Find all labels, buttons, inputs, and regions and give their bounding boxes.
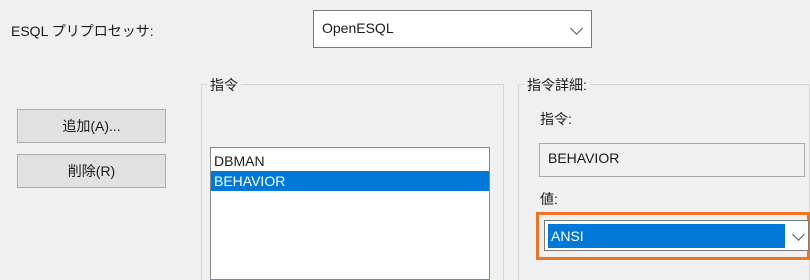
preprocessor-select[interactable]: OpenESQL bbox=[313, 10, 592, 48]
directive-listbox[interactable]: DBMAN BEHAVIOR bbox=[210, 147, 490, 280]
directive-readonly-value: BEHAVIOR bbox=[548, 150, 620, 166]
chevron-down-icon bbox=[792, 228, 805, 241]
list-item-behavior[interactable]: BEHAVIOR bbox=[211, 171, 489, 191]
chevron-down-icon bbox=[570, 22, 583, 35]
add-button[interactable]: 追加(A)... bbox=[17, 109, 166, 143]
directive-readonly-field: BEHAVIOR bbox=[539, 143, 805, 177]
value-field-label: 値: bbox=[540, 191, 558, 207]
remove-button[interactable]: 削除(R) bbox=[17, 154, 166, 188]
preprocessor-select-value: OpenESQL bbox=[322, 20, 394, 36]
value-select[interactable]: ANSI bbox=[544, 220, 809, 251]
value-select-value: ANSI bbox=[551, 228, 584, 244]
directive-field-label: 指令: bbox=[540, 111, 572, 127]
directive-detail-title: 指令詳細: bbox=[524, 75, 590, 95]
preprocessor-label: ESQL プリプロセッサ: bbox=[11, 23, 154, 39]
value-dropdown-highlight: ANSI bbox=[536, 212, 810, 260]
list-item-dbman[interactable]: DBMAN bbox=[211, 151, 489, 171]
directive-group-title: 指令 bbox=[207, 75, 241, 95]
